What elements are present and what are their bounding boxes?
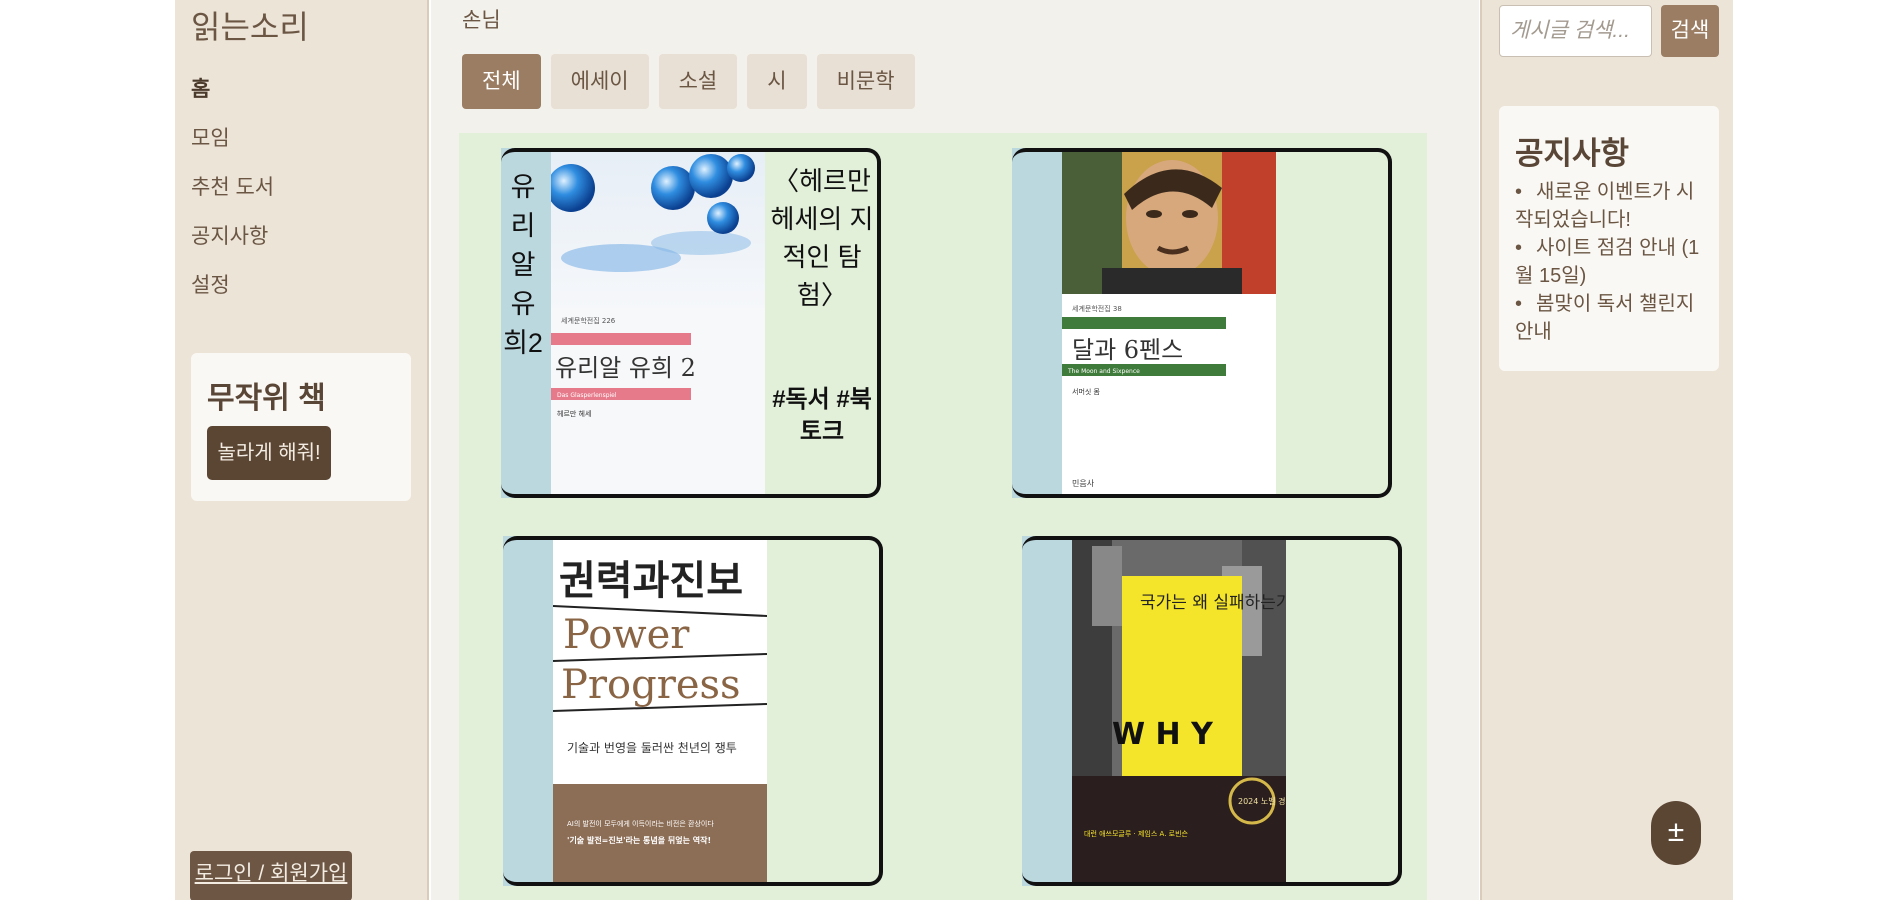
left-sidebar: 읽는소리 홈 모임 추천 도서 공지사항 설정 무작위 책 놀라게 해줘! 로그… [175,0,429,900]
tab-essay[interactable]: 에세이 [550,54,649,109]
category-tabs: 전체 에세이 소설 시 비문학 [462,54,915,109]
notice-list: 새로운 이벤트가 시작되었습니다! 사이트 점검 안내 (1월 15일) 봄맞이… [1515,178,1711,346]
main-content: 손님 전체 에세이 소설 시 비문학 유리알유희2 세계문학전집 226 유리알… [431,0,1479,900]
site-logo[interactable]: 읽는소리 [191,2,309,48]
tab-novel[interactable]: 소설 [658,54,738,109]
post-search-input[interactable] [1499,5,1652,57]
book-card[interactable]: 세계문학전집 38 달과 6펜스 The Moon and Sixpence 서… [1012,148,1392,498]
login-signup-button[interactable]: 로그인 / 회원가입 [190,851,352,900]
tab-nonfiction[interactable]: 비문학 [816,54,915,109]
nav-item-settings[interactable]: 설정 [191,268,274,317]
book-headline: 〈헤르만 헤세의 지적인 탐험〉 [770,166,874,310]
random-book-title: 무작위 책 [207,382,326,415]
surprise-me-button[interactable]: 놀라게 해줘! [207,426,331,480]
book-card[interactable]: 국가는 왜 실패하는가 W H Y 2024 노벨 경제학상 수상 대런 애쓰모… [1022,536,1402,886]
notice-item[interactable]: 사이트 점검 안내 (1월 15일) [1515,234,1711,290]
nav-item-home[interactable]: 홈 [191,72,274,121]
notice-card: 공지사항 새로운 이벤트가 시작되었습니다! 사이트 점검 안내 (1월 15일… [1499,106,1719,371]
notice-item[interactable]: 새로운 이벤트가 시작되었습니다! [1515,178,1711,234]
notice-title: 공지사항 [1515,136,1630,171]
nav-item-recommended[interactable]: 추천 도서 [191,170,274,219]
notice-item[interactable]: 봄맞이 독서 챌린지 안내 [1515,290,1711,346]
tab-poetry[interactable]: 시 [747,54,807,109]
tab-all[interactable]: 전체 [462,54,541,109]
search-button[interactable]: 검색 [1661,5,1719,57]
random-book-card: 무작위 책 놀라게 해줘! [191,353,411,501]
nav-item-notices[interactable]: 공지사항 [191,219,274,268]
book-card[interactable]: 유리알유희2 세계문학전집 226 유리알 유희 2 Das Glasperle… [501,148,881,498]
book-grid: 유리알유희2 세계문학전집 226 유리알 유희 2 Das Glasperle… [459,133,1427,900]
add-post-button[interactable]: ± [1651,801,1701,865]
right-sidebar: 검색 공지사항 새로운 이벤트가 시작되었습니다! 사이트 점검 안내 (1월 … [1480,0,1733,900]
book-tags: #독서 #북토크 [772,386,872,445]
card-border [1022,536,1402,886]
card-border [1012,148,1392,498]
nav-item-meetings[interactable]: 모임 [191,121,274,170]
main-nav: 홈 모임 추천 도서 공지사항 설정 [191,72,274,317]
card-border [503,536,883,886]
book-card[interactable]: 권력과진보 Power Progress 기술과 번영을 둘러싼 천년의 쟁투 … [503,536,883,886]
user-name: 손님 [462,9,501,32]
